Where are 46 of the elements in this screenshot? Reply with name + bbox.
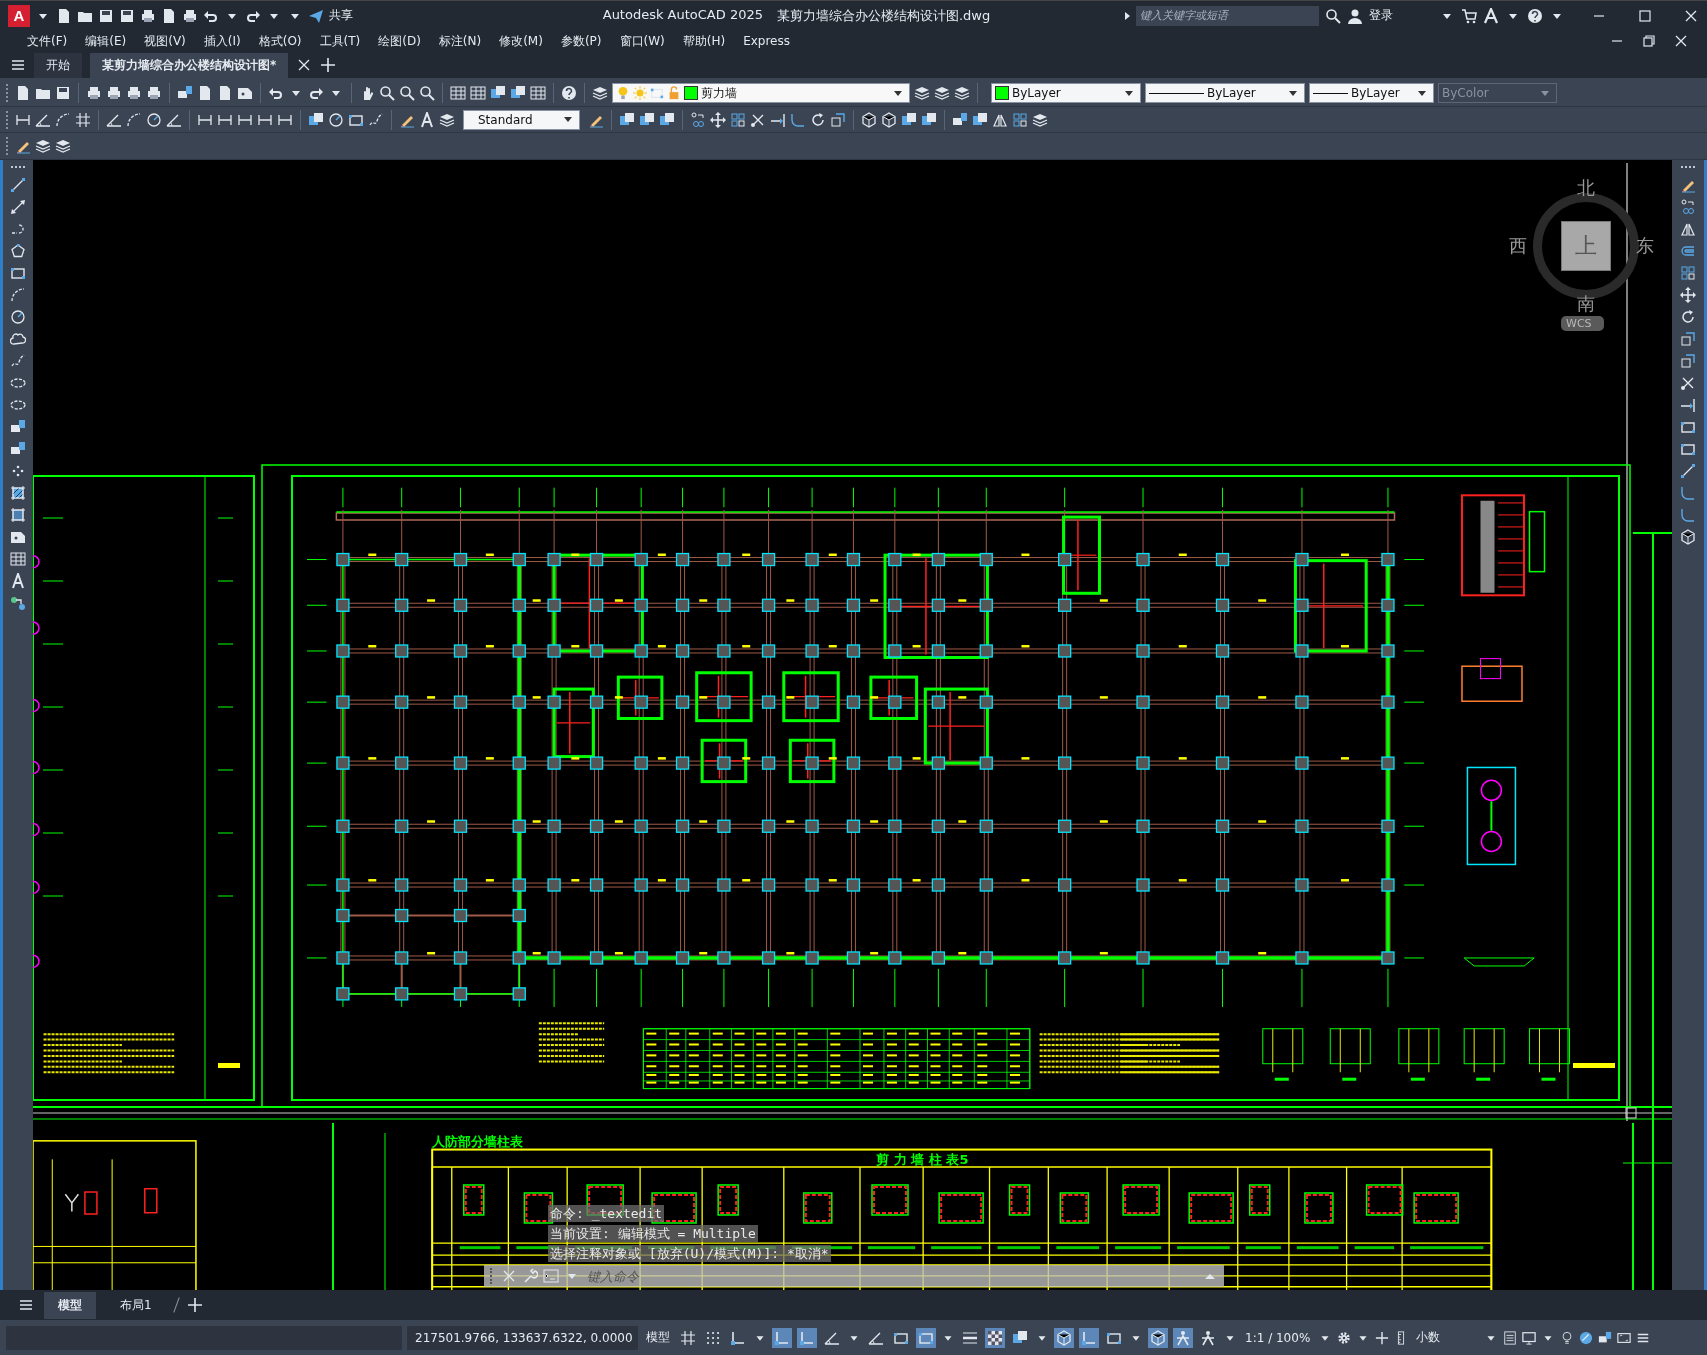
units-dropdown[interactable]: 小数 [1413,1329,1480,1346]
menu-item[interactable]: 帮助(H) [673,32,735,50]
lineweight-dropdown[interactable]: ByLayer [1309,83,1434,103]
text-style-value: Standard [478,112,534,127]
compass-east-label[interactable]: 东 [1636,234,1654,258]
menu-item[interactable]: 工具(T) [310,32,370,50]
menu-item[interactable]: 绘图(D) [369,32,430,50]
layout-tab[interactable]: 模型 [44,1291,96,1319]
linetype-value: ByLayer [1207,86,1257,100]
menu-item[interactable]: 格式(O) [249,32,311,50]
app-title: Autodesk AutoCAD 2025 [602,6,763,24]
ucs-menu-button[interactable]: WCS [1561,316,1604,331]
menu-item[interactable]: 插入(I) [194,32,250,50]
document-tab[interactable]: 开始 [34,52,82,78]
menu-item[interactable]: 编辑(E) [76,32,136,50]
color-dropdown[interactable]: ByLayer [991,83,1141,103]
plot-style-value: ByColor [1442,86,1490,100]
lineweight-value: ByLayer [1351,86,1401,100]
compass-north-label[interactable]: 北 [1577,176,1595,200]
model-space-button[interactable]: 模型 [643,1329,673,1346]
share-button[interactable]: 共享 [329,7,353,24]
menu-item[interactable]: 标注(N) [429,32,491,50]
menu-item[interactable]: 修改(M) [490,32,552,50]
sign-in-button[interactable]: 登录 [1369,7,1393,24]
menu-item[interactable]: 窗口(W) [610,32,674,50]
text-style-dropdown[interactable]: Standard [463,109,580,130]
app-logo[interactable]: A [8,4,30,27]
menu-item[interactable]: 视图(V) [135,32,195,50]
linetype-dropdown[interactable]: ByLayer [1145,83,1305,103]
search-field[interactable]: 键入关键字或短语 [1136,5,1319,26]
compass-south-label[interactable]: 南 [1577,292,1595,316]
file-name: 某剪力墙综合办公楼结构设计图.dwg [777,6,991,25]
menu-item[interactable]: 参数(P) [551,32,611,50]
table-title: 剪 力 墙 柱 表5 [876,1151,969,1167]
menu-item[interactable]: 文件(F) [18,32,77,50]
layout-tab[interactable]: 布局1 [106,1291,166,1319]
command-input-field[interactable]: 键入命令 [585,1267,1197,1285]
layer-dropdown[interactable]: 剪力墙 [612,83,910,103]
document-tab[interactable]: 某剪力墙综合办公楼结构设计图* [90,52,289,78]
layer-name: 剪力墙 [701,84,738,102]
color-value: ByLayer [1012,86,1062,100]
coordinates-readout[interactable]: 217501.9766, 133637.6322, 0.0000 [407,1325,638,1350]
table-caption: 人防部分墙柱表 [432,1134,524,1150]
annotation-scale-button[interactable]: 1:1 / 100% [1242,1330,1314,1345]
compass-west-label[interactable]: 西 [1509,234,1527,258]
menu-item[interactable]: Express [734,34,799,48]
